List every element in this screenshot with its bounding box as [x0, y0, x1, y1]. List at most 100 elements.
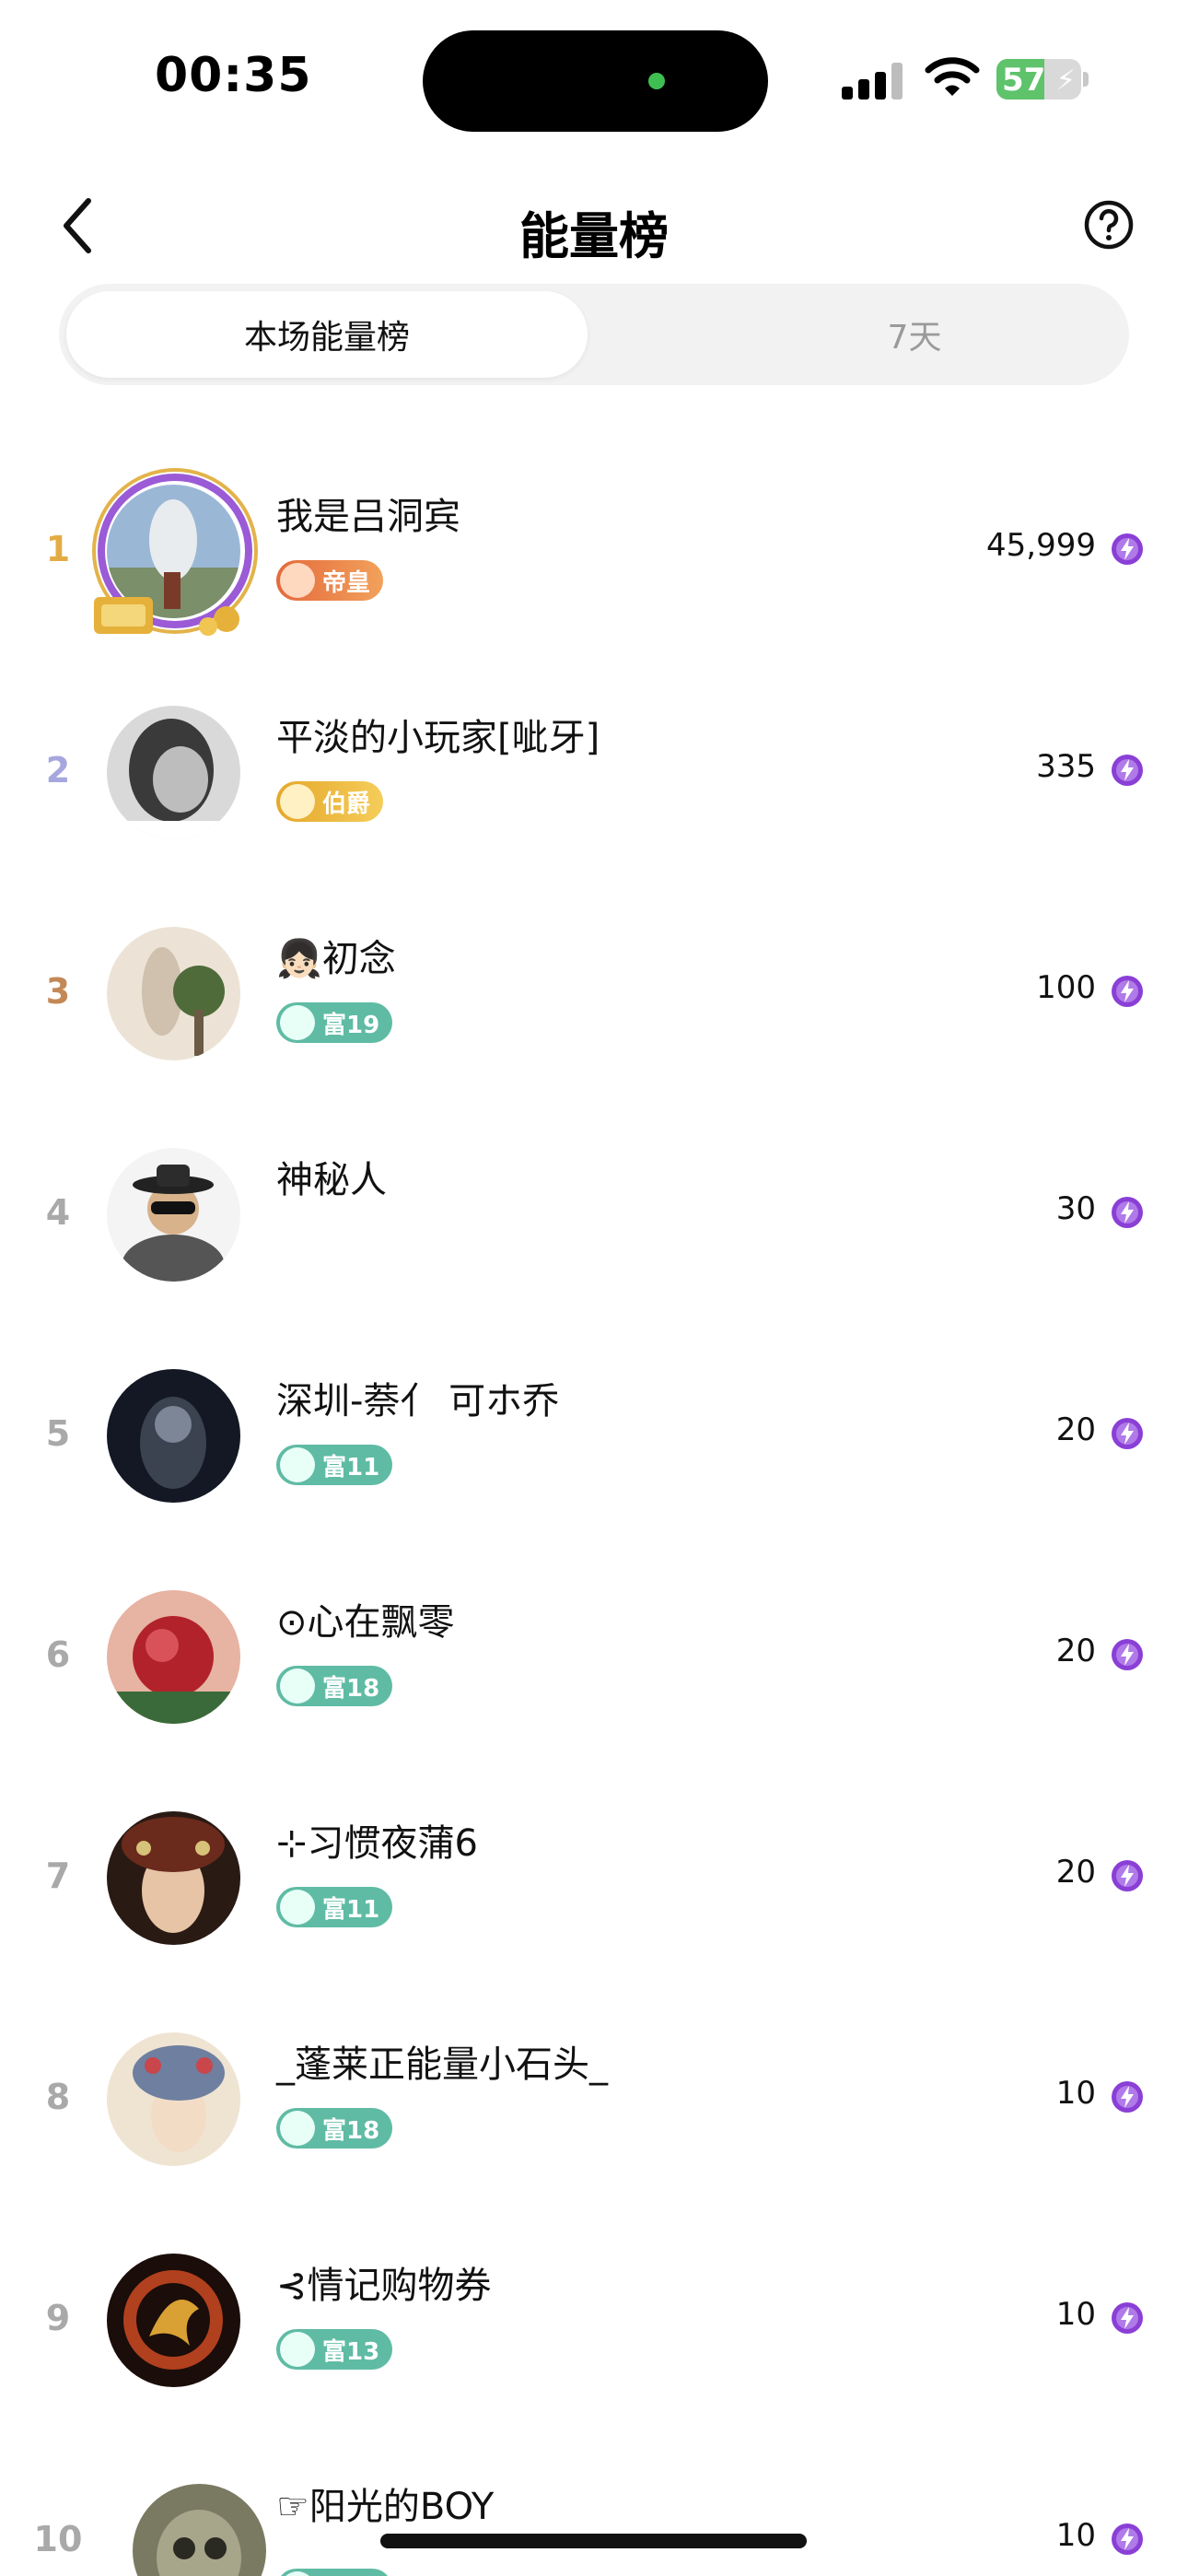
wifi-icon: [925, 57, 980, 96]
energy-score: 20: [1055, 1854, 1096, 1891]
rank-number: 9: [45, 2298, 71, 2338]
wealth-level-badge: 富13: [276, 2329, 393, 2370]
avatar[interactable]: [107, 2032, 240, 2166]
ranking-row[interactable]: 3 👧🏻初念富19 100: [0, 883, 1188, 1104]
energy-score: 335: [1036, 748, 1096, 785]
battery-level: 57: [1002, 62, 1046, 99]
user-name: 神秘人: [276, 1159, 387, 1201]
ranking-row[interactable]: 2 平淡的小玩家[呲牙] 伯爵 335: [0, 662, 1188, 883]
tab-7-days[interactable]: 7天: [654, 291, 1175, 378]
badge-label: 富18: [322, 1674, 380, 1703]
avatar[interactable]: [107, 1811, 240, 1945]
home-indicator: [380, 2534, 807, 2548]
energy-bolt-icon: [1112, 2523, 1143, 2555]
ranking-row[interactable]: 6 ⊙心在飘零富18 20: [0, 1546, 1188, 1767]
ranking-tabs: 本场能量榜 7天: [59, 284, 1129, 385]
energy-bolt-icon: [1112, 2081, 1143, 2113]
nav-header: 能量榜: [0, 175, 1188, 276]
noble-crest-icon: [280, 784, 315, 819]
energy-score: 10: [1055, 2517, 1096, 2554]
energy-bolt-icon: [1112, 1197, 1143, 1228]
energy-score: 45,999: [986, 527, 1096, 564]
diamond-level-icon: [280, 2571, 315, 2576]
rank-number: 5: [45, 1413, 71, 1454]
energy-score: 20: [1055, 1633, 1096, 1669]
avatar[interactable]: [107, 1590, 240, 1724]
rank-number: 2: [45, 750, 71, 790]
badge-label: 富18: [322, 2116, 380, 2145]
user-name: ⊹习惯夜蒲6: [276, 1822, 478, 1865]
rank-number: 6: [45, 1634, 71, 1675]
ranking-row[interactable]: 1 我是吕洞宾 帝皇 45,999: [0, 440, 1188, 662]
energy-bolt-icon: [1112, 1639, 1143, 1670]
avatar-frame-icon: [92, 468, 258, 636]
energy-bolt-icon: [1112, 533, 1143, 565]
diamond-level-icon: [280, 2332, 315, 2367]
ranking-row[interactable]: 8 _蓬莱正能量小石头_ 富18 10: [0, 1988, 1188, 2209]
rank-number: 10: [33, 2519, 83, 2559]
wealth-level-badge: 富18: [276, 2108, 393, 2149]
diamond-level-icon: [280, 1005, 315, 1040]
noble-rank-badge: 伯爵: [276, 781, 384, 822]
badge-label: 富13: [322, 2337, 380, 2366]
rank-number: 7: [45, 1856, 71, 1896]
user-name: _蓬莱正能量小石头_: [276, 2043, 608, 2086]
camera-indicator-dot: [648, 73, 665, 89]
rank-number: 8: [45, 2077, 71, 2117]
energy-score: 30: [1055, 1190, 1096, 1227]
rank-number: 3: [45, 971, 71, 1012]
wealth-level-badge: 富13: [276, 2569, 393, 2576]
badge-label: 伯爵: [322, 790, 371, 818]
badge-label: 富13: [322, 2572, 379, 2576]
cellular-signal-icon: [842, 61, 908, 100]
avatar[interactable]: [107, 1148, 240, 1282]
energy-bolt-icon: [1112, 2302, 1143, 2334]
badge-label: 富19: [322, 1011, 380, 1039]
battery-cap: [1083, 72, 1089, 87]
avatar[interactable]: [107, 706, 240, 839]
charging-bolt-icon: ⚡: [1055, 64, 1076, 97]
energy-score: 10: [1055, 2075, 1096, 2112]
user-name: ☞阳光的BOY: [276, 2486, 495, 2528]
user-name: 我是吕洞宾: [276, 496, 460, 538]
page-title: 能量榜: [519, 207, 669, 265]
ranking-row[interactable]: 9 ⊰情记购物券富13 10: [0, 2209, 1188, 2430]
energy-bolt-icon: [1112, 755, 1143, 786]
energy-score: 100: [1036, 969, 1096, 1006]
energy-bolt-icon: [1112, 1418, 1143, 1449]
avatar[interactable]: [107, 2254, 240, 2387]
badge-label: 富11: [322, 1895, 380, 1924]
tab-this-session[interactable]: 本场能量榜: [66, 291, 588, 378]
wealth-level-badge: 富19: [276, 1002, 393, 1043]
wealth-level-badge: 富18: [276, 1666, 393, 1706]
user-name: 👧🏻初念: [276, 938, 396, 980]
ranking-row[interactable]: 4 神秘人 30: [0, 1104, 1188, 1325]
status-bar: 00:35 57 ⚡: [0, 0, 1188, 157]
rank-number: 4: [45, 1192, 71, 1233]
ranking-row[interactable]: 10 ☞阳光的BOY 富13 10: [0, 2430, 1188, 2576]
badge-label: 富11: [322, 1453, 380, 1481]
battery-icon: 57 ⚡: [996, 59, 1081, 100]
diamond-level-icon: [280, 1669, 315, 1704]
ranking-row[interactable]: 7 ⊹习惯夜蒲6 富11 20: [0, 1767, 1188, 1988]
energy-bolt-icon: [1112, 976, 1143, 1007]
status-time: 00:35: [155, 48, 312, 103]
energy-bolt-icon: [1112, 1860, 1143, 1891]
help-icon[interactable]: [1083, 199, 1135, 251]
noble-rank-badge: 帝皇: [276, 560, 384, 601]
wealth-level-badge: 富11: [276, 1887, 393, 1927]
avatar[interactable]: [107, 1369, 240, 1503]
badge-label: 帝皇: [322, 568, 371, 597]
diamond-level-icon: [280, 1447, 315, 1482]
energy-score: 10: [1055, 2296, 1096, 2333]
user-name: ⊙心在飘零: [276, 1601, 455, 1644]
avatar[interactable]: [107, 927, 240, 1060]
user-name: ⊰情记购物券: [276, 2265, 492, 2307]
energy-score: 20: [1055, 1411, 1096, 1448]
noble-crest-icon: [280, 563, 315, 598]
ranking-row[interactable]: 5 深圳-萘亻 可ホ乔富11 20: [0, 1325, 1188, 1546]
avatar[interactable]: [133, 2484, 266, 2576]
wealth-level-badge: 富11: [276, 1445, 393, 1485]
user-name: 深圳-萘亻 可ホ乔: [276, 1380, 560, 1423]
user-name: 平淡的小玩家[呲牙]: [276, 717, 600, 759]
